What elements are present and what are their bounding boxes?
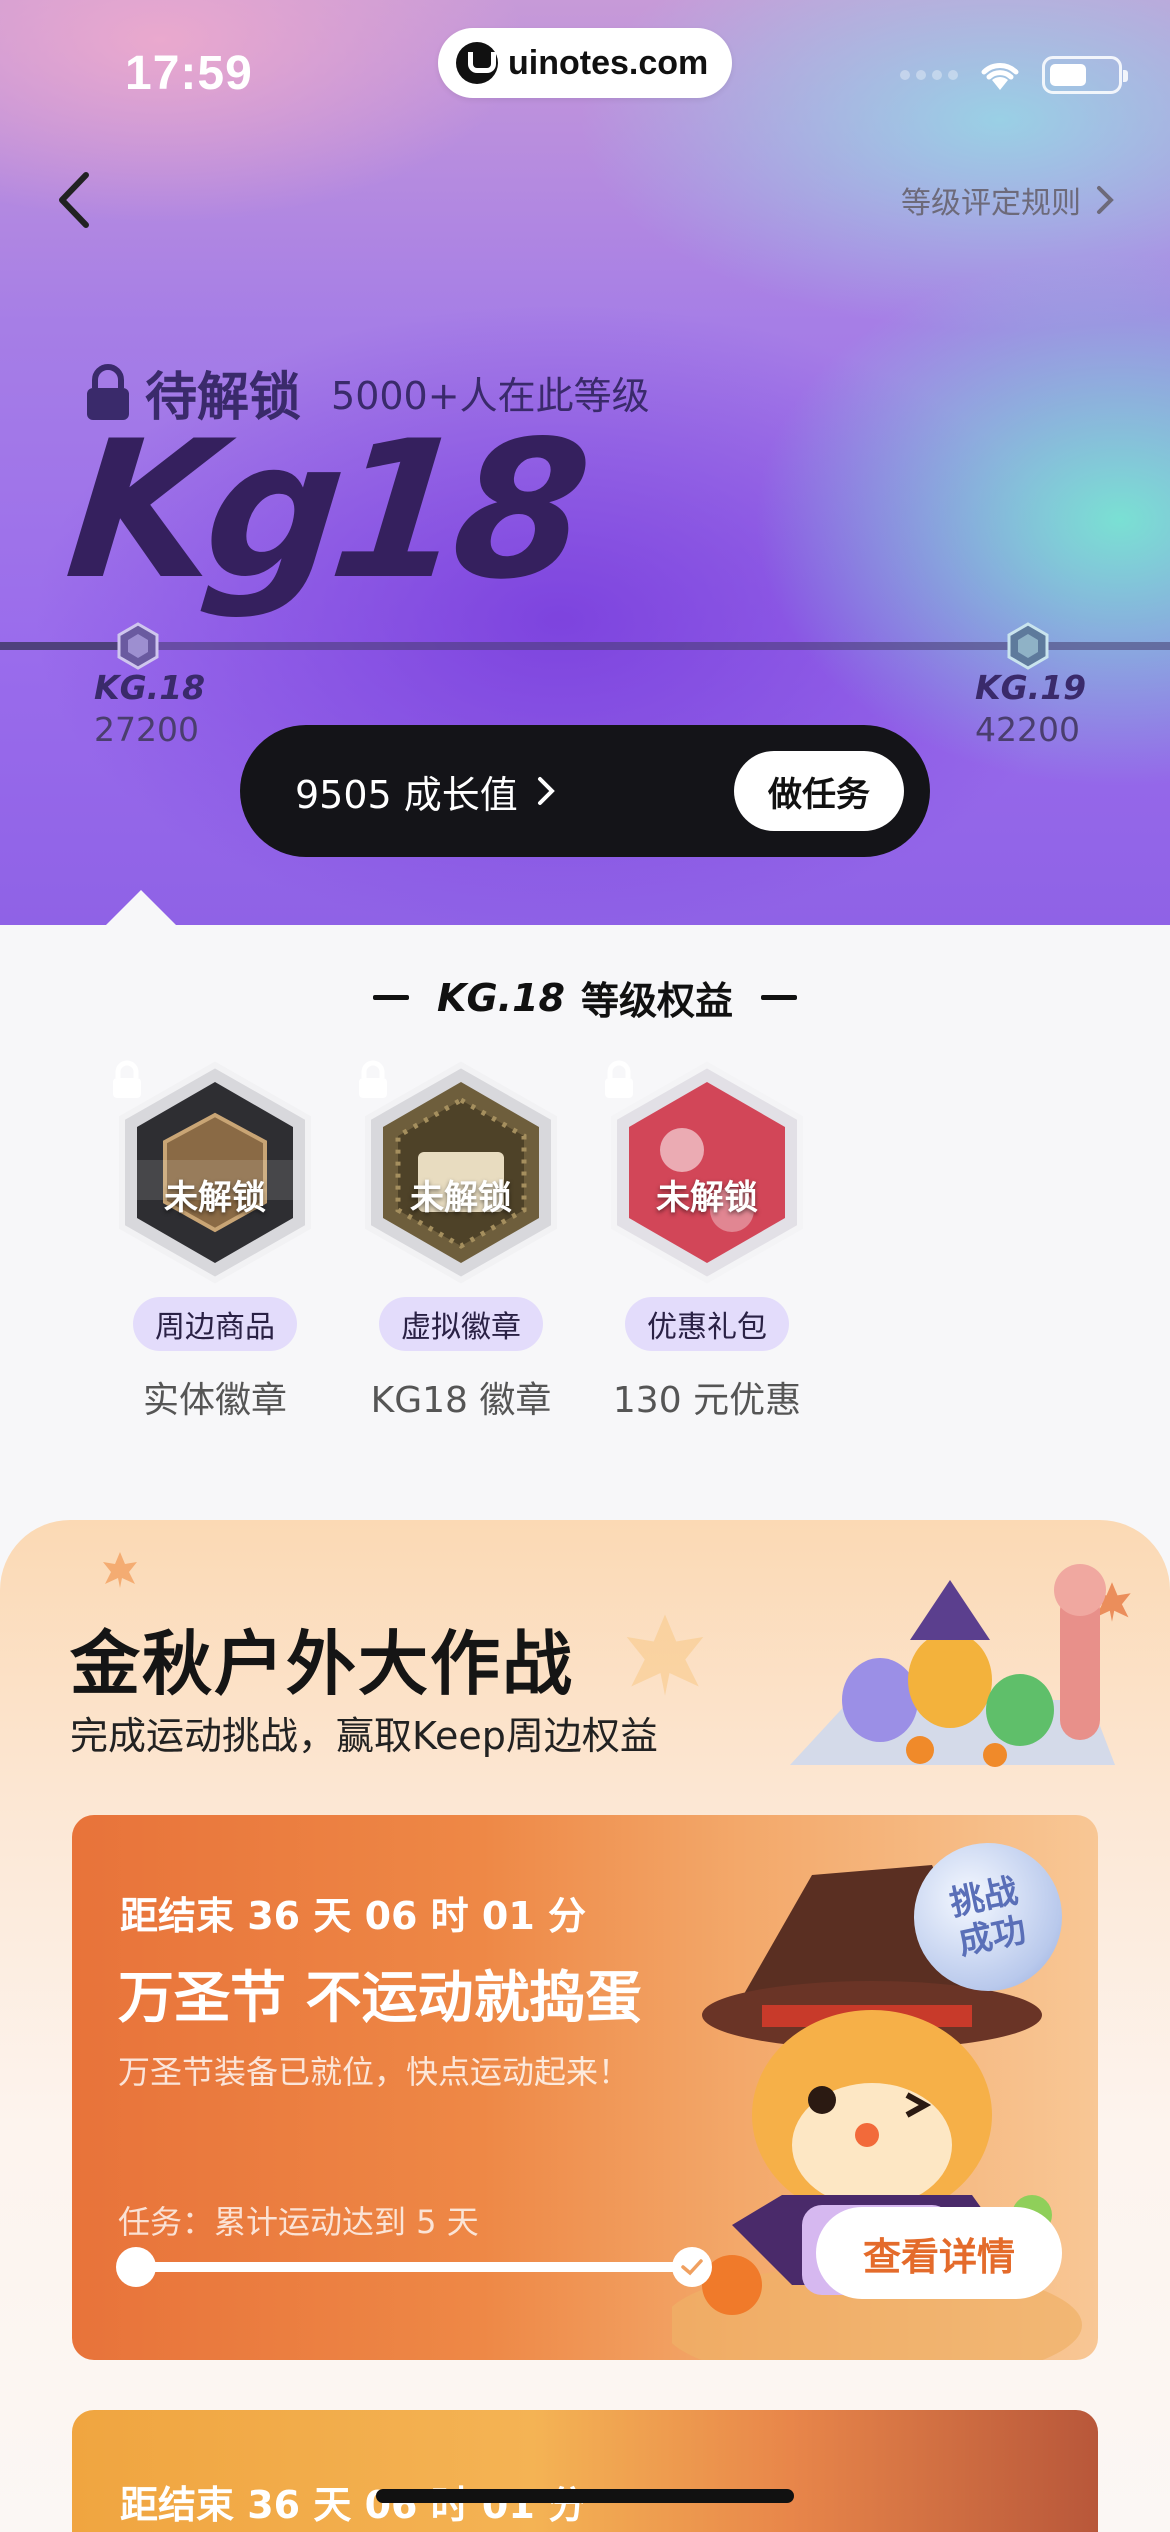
benefit-item-virtual-badge[interactable]: 未解锁 虚拟徽章 KG18 徽章 xyxy=(338,1060,584,1423)
campaign-section: 金秋户外大作战 完成运动挑战，赢取Keep周边权益 挑战成功 距结束 36 天 … xyxy=(0,1520,1170,2532)
locked-overlay-text: 未解锁 xyxy=(410,1178,512,1218)
challenge-task: 任务：累计运动达到 5 天 xyxy=(118,2203,479,2241)
benefit-desc: 130 元优惠 xyxy=(612,1380,802,1421)
wifi-icon xyxy=(981,63,1019,90)
challenge-card[interactable]: 距结束 36 天 06 时 01 分 xyxy=(72,2410,1098,2532)
status-indicators xyxy=(900,56,1128,94)
chevron-right-icon xyxy=(537,777,555,805)
maple-leaf-icon xyxy=(626,1614,704,1696)
campaign-mascots-illustration xyxy=(790,1564,1115,1767)
challenge-card[interactable]: 挑战成功 距结束 36 天 06 时 01 分 万圣节 不运动就捣蛋 万圣节装备… xyxy=(72,1815,1098,2360)
lock-icon xyxy=(113,1060,141,1098)
stamp-text: 挑战成功 xyxy=(946,1870,1030,1964)
benefits-level: KG.18 xyxy=(437,975,565,1020)
task-complete-check xyxy=(672,2247,712,2287)
task-progress-track xyxy=(132,2262,692,2272)
benefit-tag: 周边商品 xyxy=(133,1297,297,1351)
level-hero: 17:59 uinotes.com 等级评定规则 待解锁 5000+人在此等级 … xyxy=(0,0,1170,926)
chevron-right-icon xyxy=(1097,186,1114,214)
current-level-node-icon xyxy=(117,622,159,670)
signal-icon xyxy=(900,70,958,80)
benefits-title: KG.18 等级权益 xyxy=(0,970,1170,1025)
task-progress-start xyxy=(116,2247,156,2287)
benefit-badge: 未解锁 xyxy=(602,1060,812,1285)
title-dash-right xyxy=(760,995,797,1000)
lock-icon xyxy=(605,1060,633,1098)
campaign-subtitle: 完成运动挑战，赢取Keep周边权益 xyxy=(70,1714,658,1758)
back-arrow-icon[interactable] xyxy=(50,165,100,235)
view-details-button[interactable]: 查看详情 xyxy=(816,2207,1062,2299)
next-level-label: KG.19 xyxy=(975,668,1087,707)
next-level-node-icon xyxy=(1007,622,1049,670)
benefit-item-coupon[interactable]: 未解锁 优惠礼包 130 元优惠 xyxy=(584,1060,830,1423)
challenge-subtitle: 万圣节装备已就位，快点运动起来！ xyxy=(118,2053,631,2091)
site-logo-icon xyxy=(456,42,498,84)
benefit-badge: 未解锁 xyxy=(356,1060,566,1285)
next-level-value: 42200 xyxy=(975,710,1080,749)
home-indicator[interactable] xyxy=(376,2489,794,2503)
battery-icon xyxy=(1042,56,1128,94)
growth-value: 9505 成长值 xyxy=(295,772,518,817)
benefit-desc: KG18 徽章 xyxy=(370,1380,552,1421)
locked-overlay-text: 未解锁 xyxy=(164,1178,266,1218)
title-dash-left xyxy=(373,995,410,1000)
campaign-title: 金秋户外大作战 xyxy=(70,1623,574,1705)
lock-icon xyxy=(359,1060,387,1098)
current-level-label: KG.18 xyxy=(94,668,206,707)
rules-link-label: 等级评定规则 xyxy=(901,186,1081,221)
benefit-tag: 虚拟徽章 xyxy=(379,1297,543,1351)
challenge-countdown: 距结束 36 天 06 时 01 分 xyxy=(120,1894,587,1938)
maple-leaf-icon xyxy=(103,1552,137,1588)
url-pill[interactable]: uinotes.com xyxy=(438,28,732,98)
growth-value-link[interactable]: 9505 成长值 xyxy=(295,764,556,819)
status-time: 17:59 xyxy=(125,47,253,100)
current-level-value: 27200 xyxy=(94,710,199,749)
do-task-button[interactable]: 做任务 xyxy=(734,751,904,831)
level-rules-link[interactable]: 等级评定规则 xyxy=(901,178,1115,222)
benefit-desc: 实体徽章 xyxy=(142,1380,287,1421)
check-icon xyxy=(681,2259,703,2276)
selected-level-pointer xyxy=(105,890,177,926)
challenge-title: 万圣节 不运动就捣蛋 xyxy=(118,1966,642,2031)
benefit-badge: 未解锁 xyxy=(110,1060,320,1285)
growth-value-bar: 9505 成长值 做任务 xyxy=(240,725,930,857)
benefits-title-text: 等级权益 xyxy=(580,979,733,1023)
level-progress-track xyxy=(0,642,1170,650)
url-text: uinotes.com xyxy=(508,43,709,82)
level-name: Kg18 xyxy=(58,400,590,621)
locked-overlay-text: 未解锁 xyxy=(656,1178,758,1218)
benefit-item-merch[interactable]: 未解锁 周边商品 实体徽章 xyxy=(92,1060,338,1423)
benefit-tag: 优惠礼包 xyxy=(625,1297,789,1351)
